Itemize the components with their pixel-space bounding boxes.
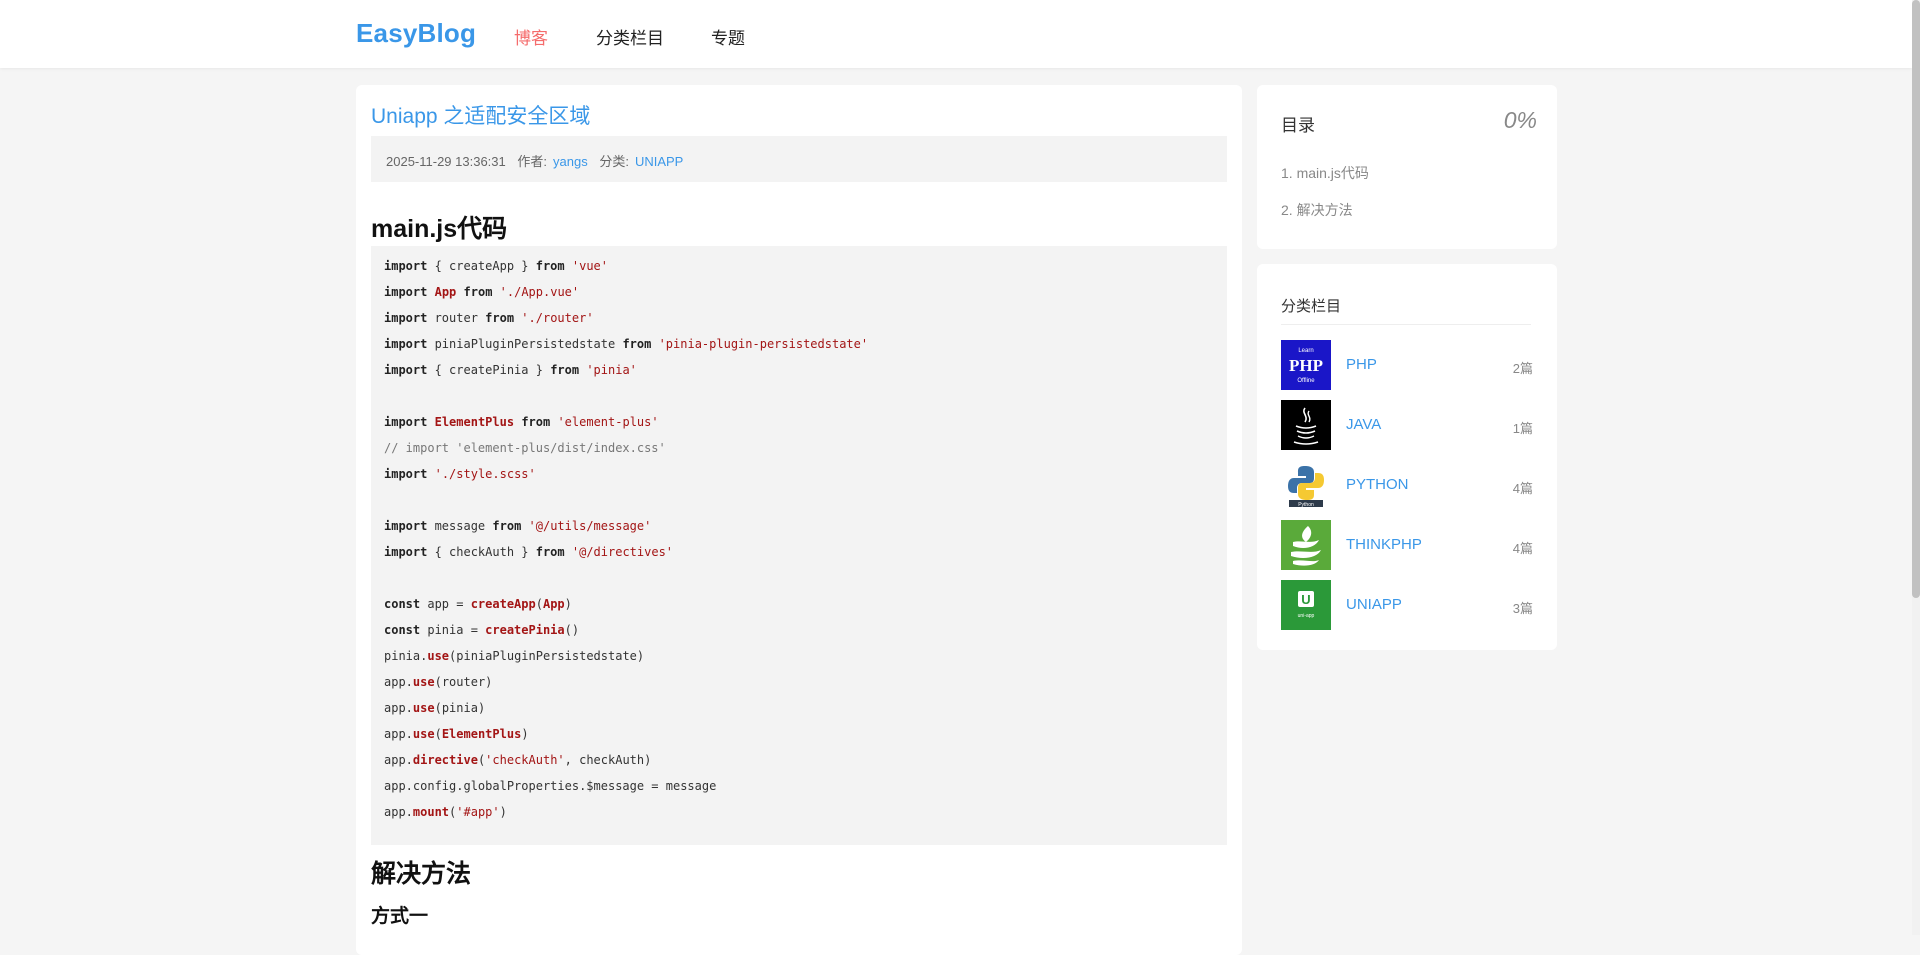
code-line: const pinia = createPinia()	[384, 623, 580, 637]
category-count: 4篇	[1512, 541, 1533, 556]
toc-title: 目录	[1281, 116, 1315, 135]
code-block: import { createApp } from 'vue' import A…	[371, 246, 1227, 845]
thumb-text: U	[1301, 592, 1310, 607]
thinkphp-logo-icon	[1281, 520, 1331, 570]
page-scrollbar-thumb[interactable]	[1912, 0, 1920, 598]
category-link[interactable]: UNIAPP	[635, 154, 683, 169]
python-logo-icon: Python	[1281, 460, 1331, 510]
nav-topics[interactable]: 专题	[711, 24, 745, 49]
nav-blog[interactable]: 博客	[514, 24, 548, 49]
category-item-thinkphp[interactable]: THINKPHP 4篇	[1281, 520, 1533, 570]
thumb-text: Python	[1298, 502, 1314, 508]
category-item-php[interactable]: Learn PHP Offline PHP 2篇	[1281, 340, 1533, 390]
toc-card: 目录 0% 1. main.js代码 2. 解决方法	[1257, 85, 1557, 249]
article-meta: 2025-11-29 13:36:31 作者: yangs 分类: UNIAPP	[371, 136, 1227, 182]
code-line: import { createPinia } from 'pinia'	[384, 363, 637, 377]
code-line: import { createApp } from 'vue'	[384, 259, 608, 273]
code-line: import router from './router'	[384, 311, 594, 325]
thumb-text: Learn	[1298, 348, 1313, 354]
thumb-text: uni-app	[1298, 613, 1315, 619]
code-line: app.directive('checkAuth', checkAuth)	[384, 753, 652, 767]
java-logo-icon	[1281, 400, 1331, 450]
code-line: // import 'element-plus/dist/index.css'	[384, 441, 666, 455]
code-line: import message from '@/utils/message'	[384, 519, 652, 533]
category-name: PHP	[1346, 356, 1377, 373]
code-line: app.config.globalProperties.$message = m…	[384, 779, 717, 793]
thumb-text: PHP	[1289, 356, 1323, 375]
code-line: pinia.use(piniaPluginPersistedstate)	[384, 649, 645, 663]
category-title: 分类栏目	[1281, 298, 1342, 315]
thumb-text: Offline	[1297, 378, 1315, 384]
category-label: 分类:	[599, 154, 629, 169]
category-item-java[interactable]: JAVA 1篇	[1281, 400, 1533, 450]
category-item-uniapp[interactable]: U uni-app UNIAPP 3篇	[1281, 580, 1533, 630]
author-link[interactable]: yangs	[553, 154, 588, 169]
author-label: 作者:	[517, 154, 547, 169]
category-name: JAVA	[1346, 416, 1382, 433]
top-header: EasyBlog 博客 分类栏目 专题	[0, 0, 1912, 68]
section-heading-mainjs: main.js代码	[371, 215, 508, 243]
code-line: app.mount('#app')	[384, 805, 507, 819]
toc-progress: 0%	[1503, 107, 1537, 133]
code-line: app.use(router)	[384, 675, 493, 689]
article-title[interactable]: Uniapp 之适配安全区域	[371, 100, 590, 130]
category-item-python[interactable]: Python PYTHON 4篇	[1281, 460, 1533, 510]
code-line: import { checkAuth } from '@/directives'	[384, 545, 674, 559]
code-line: import ElementPlus from 'element-plus'	[384, 415, 659, 429]
code-line: const app = createApp(App)	[384, 597, 572, 611]
category-name: UNIAPP	[1346, 596, 1402, 613]
nav-categories[interactable]: 分类栏目	[596, 24, 664, 49]
category-count: 3篇	[1512, 601, 1533, 616]
divider	[1281, 324, 1531, 325]
section-heading-solution: 解决方法	[371, 860, 472, 888]
subsection-heading: 方式一	[371, 906, 429, 927]
article-date: 2025-11-29 13:36:31	[386, 154, 506, 169]
category-count: 1篇	[1512, 421, 1533, 436]
category-count: 4篇	[1512, 481, 1533, 496]
php-logo-icon: Learn PHP Offline	[1281, 340, 1331, 390]
toc-item[interactable]: 2. 解决方法	[1281, 200, 1353, 220]
code-line: app.use(ElementPlus)	[384, 727, 529, 741]
code-line: app.use(pinia)	[384, 701, 486, 715]
code-line: import App from './App.vue'	[384, 285, 580, 299]
page-scrollbar-track[interactable]	[1912, 0, 1920, 935]
category-name: PYTHON	[1346, 476, 1409, 493]
category-card: 分类栏目 Learn PHP Offline PHP 2篇 JAVA 1篇 Py…	[1257, 264, 1557, 650]
category-name: THINKPHP	[1346, 536, 1422, 553]
code-line: import './style.scss'	[384, 467, 536, 481]
site-logo[interactable]: EasyBlog	[356, 18, 476, 49]
article-card: Uniapp 之适配安全区域 2025-11-29 13:36:31 作者: ya…	[356, 85, 1242, 955]
code-line: import piniaPluginPersistedstate from 'p…	[384, 337, 869, 351]
toc-item[interactable]: 1. main.js代码	[1281, 163, 1369, 183]
category-count: 2篇	[1512, 361, 1533, 376]
uniapp-logo-icon: U uni-app	[1281, 580, 1331, 630]
